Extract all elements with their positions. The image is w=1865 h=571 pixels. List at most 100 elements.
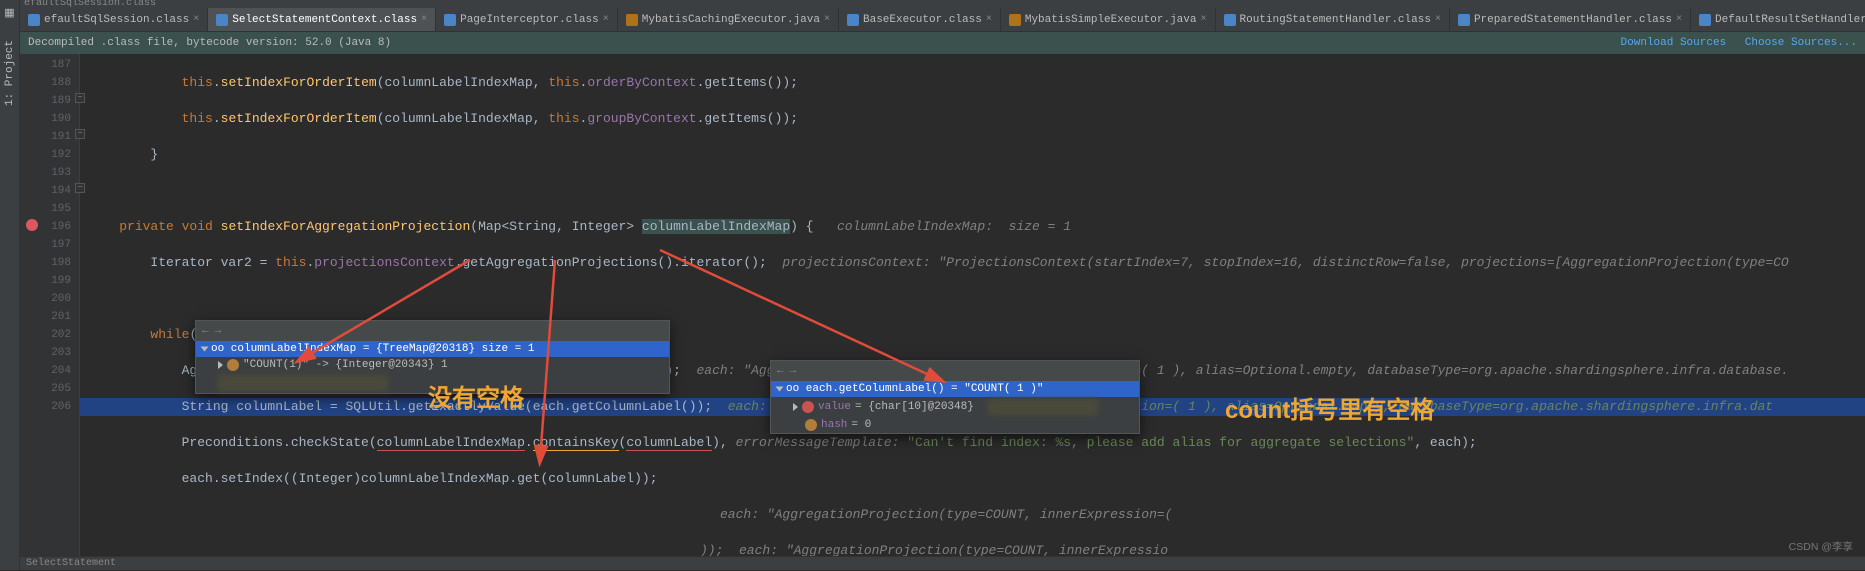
line-number[interactable]: 201 (20, 308, 71, 326)
popup-row-text: = 0 (851, 419, 871, 431)
tab-label: MybatisCachingExecutor.java (642, 14, 820, 26)
gutter[interactable]: 187 188 189 190 191 192 193 194 195 196 … (20, 54, 80, 556)
code-line-189: } (80, 146, 1865, 164)
file-icon (444, 14, 456, 26)
decompiled-banner: Decompiled .class file, bytecode version… (20, 32, 1865, 54)
tab-default-result-set-handler[interactable]: DefaultResultSetHandler.class× (1691, 8, 1865, 31)
tab-mybatis-simple-executor[interactable]: MybatisSimpleExecutor.java× (1001, 8, 1216, 31)
popup-row[interactable]: value = {char[10]@20348} (771, 397, 1139, 417)
tab-label: BaseExecutor.class (863, 14, 982, 26)
tab-prepared-statement-handler[interactable]: PreparedStatementHandler.class× (1450, 8, 1691, 31)
line-number[interactable]: 190 (20, 110, 71, 128)
code-line-192: Iterator var2 = this.projectionsContext.… (80, 254, 1865, 272)
popup-row[interactable]: "COUNT(1)" -> {Integer@20343} 1 (196, 357, 669, 373)
popup-toolbar[interactable]: ←→ (771, 361, 1139, 381)
annotation-right: count括号里有空格 (1225, 390, 1434, 425)
expand-icon[interactable] (793, 403, 798, 411)
window-titlebar: efaultSqlSession.class (20, 0, 1865, 8)
tab-label: PageInterceptor.class (460, 14, 599, 26)
close-icon[interactable]: × (193, 14, 199, 25)
forward-icon[interactable]: → (790, 365, 797, 377)
tab-base-executor[interactable]: BaseExecutor.class × (839, 8, 1001, 31)
line-number[interactable]: 193 (20, 164, 71, 182)
close-icon[interactable]: × (986, 14, 992, 25)
tab-select-statement-context[interactable]: SelectStatementContext.class × (208, 8, 436, 31)
line-number[interactable]: 198 (20, 254, 71, 272)
back-icon[interactable]: ← (777, 365, 784, 377)
code-line-198: each.setIndex((Integer)columnLabelIndexM… (80, 470, 1865, 488)
tab-routing-statement-handler[interactable]: RoutingStatementHandler.class × (1216, 8, 1450, 31)
file-icon (1009, 14, 1021, 26)
choose-sources-link[interactable]: Choose Sources... (1745, 37, 1857, 49)
file-icon (216, 14, 228, 26)
code-line-193 (80, 290, 1865, 308)
line-number[interactable]: 195 (20, 200, 71, 218)
tab-default-sql-session[interactable]: efaultSqlSession.class × (20, 8, 208, 31)
file-icon (626, 14, 638, 26)
popup-row-text: "COUNT(1)" -> {Integer@20343} 1 (243, 359, 448, 371)
breadcrumb[interactable]: SelectStatement (26, 558, 116, 569)
line-number[interactable]: 189 (20, 92, 71, 110)
popup-header[interactable]: oo each.getColumnLabel() = "COUNT( 1 )" (771, 381, 1139, 397)
code-area[interactable]: this.setIndexForOrderItem(columnLabelInd… (80, 54, 1865, 556)
forward-icon[interactable]: → (215, 325, 222, 337)
code-line-200: )); each: "AggregationProjection(type=CO… (80, 542, 1865, 556)
popup-row-text: = {char[10]@20348} (855, 401, 974, 413)
line-number[interactable]: 197 (20, 236, 71, 254)
back-icon[interactable]: ← (202, 325, 209, 337)
popup-header[interactable]: oo columnLabelIndexMap = {TreeMap@20318}… (196, 341, 669, 357)
expand-icon[interactable] (776, 387, 784, 392)
close-icon[interactable]: × (603, 14, 609, 25)
code-line-187: this.setIndexForOrderItem(columnLabelInd… (80, 74, 1865, 92)
line-number[interactable]: 191 (20, 128, 71, 146)
field-icon (805, 419, 817, 431)
tab-label: DefaultResultSetHandler.class (1715, 14, 1865, 26)
line-number[interactable]: 200 (20, 290, 71, 308)
tool-window-strip[interactable]: ▦ 1: Project (0, 0, 20, 570)
line-number[interactable]: 194 (20, 182, 71, 200)
watermark: CSDN @李享 (1789, 539, 1853, 554)
popup-row[interactable]: hash = 0 (771, 417, 1139, 433)
close-icon[interactable]: × (1435, 14, 1441, 25)
download-sources-link[interactable]: Download Sources (1621, 37, 1727, 49)
file-icon (28, 14, 40, 26)
line-number[interactable]: 188 (20, 74, 71, 92)
debug-tooltip-value[interactable]: ←→ oo each.getColumnLabel() = "COUNT( 1 … (770, 360, 1140, 434)
tab-label: RoutingStatementHandler.class (1240, 14, 1431, 26)
expand-icon[interactable] (218, 361, 223, 369)
tool-window-project-icon[interactable]: ▦ (4, 6, 14, 20)
tab-mybatis-caching-executor[interactable]: MybatisCachingExecutor.java × (618, 8, 839, 31)
line-number[interactable]: 187 (20, 56, 71, 74)
line-number[interactable]: 205 (20, 380, 71, 398)
tool-window-project-label[interactable]: 1: Project (4, 40, 16, 106)
breadcrumb-bar[interactable]: SelectStatement (20, 556, 1865, 570)
file-icon (1699, 14, 1711, 26)
line-number[interactable]: 203 (20, 344, 71, 362)
close-icon[interactable]: × (421, 14, 427, 25)
code-line-190 (80, 182, 1865, 200)
line-number[interactable]: 192 (20, 146, 71, 164)
tab-page-interceptor[interactable]: PageInterceptor.class × (436, 8, 618, 31)
editor-tabs: efaultSqlSession.class × SelectStatementC… (20, 8, 1865, 32)
popup-toolbar[interactable]: ←→ (196, 321, 669, 341)
decompiled-banner-text: Decompiled .class file, bytecode version… (28, 37, 391, 49)
close-icon[interactable]: × (1676, 14, 1682, 25)
tab-label: efaultSqlSession.class (44, 14, 189, 26)
close-icon[interactable]: × (1200, 14, 1206, 25)
code-line-188: this.setIndexForOrderItem(columnLabelInd… (80, 110, 1865, 128)
editor: 187 188 189 190 191 192 193 194 195 196 … (20, 54, 1865, 556)
popup-header-text: oo each.getColumnLabel() = "COUNT( 1 )" (786, 383, 1043, 395)
popup-header-text: oo columnLabelIndexMap = {TreeMap@20318}… (211, 343, 534, 355)
breakpoint-icon[interactable] (26, 219, 38, 231)
line-number[interactable]: 202 (20, 326, 71, 344)
tab-label: MybatisSimpleExecutor.java (1025, 14, 1197, 26)
line-number[interactable]: 206 (20, 398, 71, 416)
field-icon (802, 401, 814, 413)
line-number[interactable]: 199 (20, 272, 71, 290)
close-icon[interactable]: × (824, 14, 830, 25)
code-line-199: each: "AggregationProjection(type=COUNT,… (80, 506, 1865, 524)
code-line-191: private void setIndexForAggregationProje… (80, 218, 1865, 236)
line-number[interactable]: 204 (20, 362, 71, 380)
expand-icon[interactable] (201, 347, 209, 352)
tab-label: SelectStatementContext.class (232, 14, 417, 26)
